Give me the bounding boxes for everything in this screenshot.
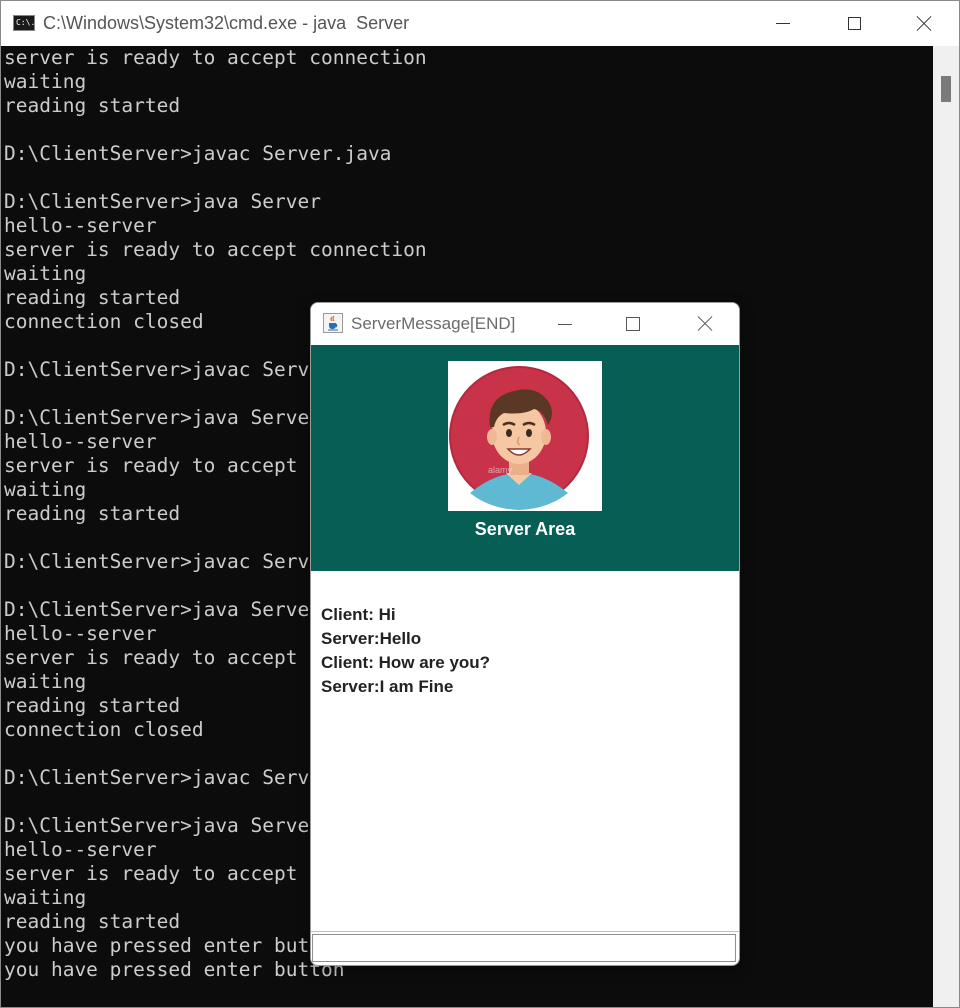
- cmd-window-title: C:\Windows\System32\cmd.exe - java Serve…: [43, 13, 410, 33]
- minimize-icon: [776, 23, 790, 24]
- message-list: Client: Hi Server:Hello Client: How are yo…: [321, 603, 721, 699]
- console-line: D:\ClientServer>javac Server.java: [4, 142, 392, 165]
- avatar: alamy: [448, 361, 602, 511]
- maximize-icon: [847, 17, 861, 30]
- console-line: server is ready to accept connection: [4, 238, 427, 261]
- maximize-icon: [626, 317, 640, 331]
- close-icon: [697, 316, 713, 332]
- java-cup-icon: [323, 313, 343, 333]
- server-area-header: alamy Server Area: [311, 345, 739, 571]
- dialog-close-button[interactable]: [679, 303, 731, 345]
- cmd-scrollbar[interactable]: [933, 46, 959, 1007]
- chat-message: Server:I am Fine: [321, 677, 454, 696]
- cmd-close-button[interactable]: [889, 1, 959, 46]
- minimize-icon: [558, 323, 572, 325]
- console-line: waiting: [4, 262, 87, 285]
- dialog-maximize-button[interactable]: [607, 303, 659, 345]
- server-message-window: ServerMessage[END] alamy Server Area Cli…: [310, 302, 740, 966]
- header-title: Server Area: [474, 519, 576, 539]
- chat-message: Server:Hello: [321, 629, 422, 648]
- chat-message: Client: How are you?: [321, 653, 491, 672]
- cmd-app-icon: C:\.: [13, 15, 35, 31]
- console-line: hello--server: [4, 214, 157, 237]
- dialog-minimize-button[interactable]: [539, 303, 591, 345]
- cmd-scroll-thumb[interactable]: [941, 76, 951, 102]
- chat-message: Client: Hi: [321, 605, 396, 624]
- console-line: reading started: [4, 94, 181, 117]
- divider: [311, 931, 739, 932]
- cmd-minimize-button[interactable]: [748, 1, 818, 46]
- close-icon: [916, 16, 932, 32]
- console-line: waiting: [4, 70, 87, 93]
- dialog-title: ServerMessage[END]: [351, 314, 516, 333]
- dialog-title-bar[interactable]: ServerMessage[END]: [311, 303, 739, 345]
- cmd-title-bar[interactable]: C:\. C:\Windows\System32\cmd.exe - java …: [1, 1, 959, 46]
- cmd-maximize-button[interactable]: [819, 1, 889, 46]
- svg-text:alamy: alamy: [488, 465, 513, 475]
- console-line: D:\ClientServer>java Server: [4, 190, 321, 213]
- message-input[interactable]: [312, 934, 736, 962]
- console-line: server is ready to accept connection: [4, 46, 427, 69]
